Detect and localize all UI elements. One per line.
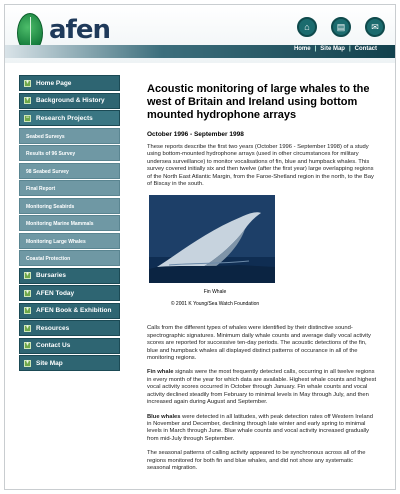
top-links: Home | Site Map | Contact xyxy=(290,46,381,52)
sidebar-item-resources[interactable]: + Resources xyxy=(19,320,120,336)
sidebar-item-label: Resources xyxy=(36,324,70,332)
site-logo-text[interactable]: afen xyxy=(49,15,111,45)
sidebar-subitem-final-report[interactable]: Final Report xyxy=(19,180,120,196)
page-frame: afen ATLANTIC FRONTIER ENVIRONMENTAL NET… xyxy=(4,4,396,490)
intro-paragraph: These reports describe the first two yea… xyxy=(147,144,374,188)
home-link[interactable]: Home xyxy=(290,46,315,52)
image-caption: Fin Whale xyxy=(203,289,227,296)
blue-whale-text: were detected in all latitudes, with pea… xyxy=(147,413,373,442)
sidebar-subitem-seabirds[interactable]: Monitoring Seabirds xyxy=(19,197,120,214)
site-header: afen ATLANTIC FRONTIER ENVIRONMENTAL NET… xyxy=(5,5,395,63)
sidebar-item-label: Contact Us xyxy=(36,342,71,349)
plus-icon: + xyxy=(24,97,31,104)
whale-illustration xyxy=(149,195,275,284)
sidebar-item-home-page[interactable]: + Home Page xyxy=(19,75,120,91)
sidebar-item-label: Site Map xyxy=(36,359,63,367)
sidebar-item-book-exhibition[interactable]: + AFEN Book & Exhibition xyxy=(19,302,120,319)
plus-icon: + xyxy=(24,324,31,332)
fin-whale-paragraph: Fin whale signals were the most frequent… xyxy=(147,369,377,406)
page-title: Acoustic monitoring of large whales to t… xyxy=(147,83,370,121)
sidebar-item-label: AFEN Today xyxy=(36,289,75,297)
sidebar-item-research-projects[interactable]: − Research Projects xyxy=(19,110,120,126)
minus-icon: − xyxy=(24,114,31,122)
fin-whale-text: signals were the most frequently detecte… xyxy=(147,369,377,406)
sidebar-item-label: AFEN Book & Exhibition xyxy=(36,307,112,314)
date-range: October 1996 - September 1998 xyxy=(147,131,244,138)
contact-link[interactable]: Contact xyxy=(351,46,381,52)
sitemap-link[interactable]: Site Map xyxy=(316,46,349,52)
image-credit: © 2001 K Young/Sea Watch Foundation xyxy=(170,301,260,308)
fin-whale-image xyxy=(149,195,275,284)
sidebar-subitem-large-whales[interactable]: Monitoring Large Whales xyxy=(19,232,120,249)
plus-icon: + xyxy=(24,272,31,279)
plus-icon: + xyxy=(24,289,31,297)
sitemap-icon[interactable]: ▤ xyxy=(331,17,351,37)
blue-whale-paragraph: Blue whales were detected in all latitud… xyxy=(147,414,377,444)
sidebar-item-contact-us[interactable]: + Contact Us xyxy=(19,337,120,354)
main-content: Acoustic monitoring of large whales to t… xyxy=(147,83,377,479)
home-icon[interactable]: ⌂ xyxy=(297,17,317,37)
seasonal-paragraph: The seasonal patterns of calling activit… xyxy=(147,450,366,471)
sidebar-subitem-coastal-protection[interactable]: Coastal Protection xyxy=(19,250,120,266)
sidebar-item-label: Home Page xyxy=(36,79,72,87)
contact-icon[interactable]: ✉ xyxy=(365,17,385,37)
sidebar-subitem-seabed-surveys[interactable]: Seabed Surveys xyxy=(19,127,120,144)
sidebar-subitem-results-96[interactable]: Results of 96 Survey xyxy=(19,145,120,161)
plus-icon: + xyxy=(24,359,31,367)
sidebar-item-background[interactable]: + Background & History xyxy=(19,92,120,109)
sidebar-item-label: Background & History xyxy=(36,97,105,104)
sidebar-subitem-marine-mammals[interactable]: Monitoring Marine Mammals xyxy=(19,215,120,231)
plus-icon: + xyxy=(24,79,31,87)
blue-whale-label: Blue whales xyxy=(147,413,181,420)
plus-icon: + xyxy=(24,307,31,314)
plus-icon: + xyxy=(24,342,31,349)
sidebar-item-label: Research Projects xyxy=(36,114,93,122)
sidebar-item-site-map[interactable]: + Site Map xyxy=(19,355,120,371)
calls-paragraph: Calls from the different types of whales… xyxy=(147,325,371,362)
fin-whale-label: Fin whale xyxy=(147,369,174,376)
sidebar-item-label: Bursaries xyxy=(36,272,66,279)
sidebar-item-bursaries[interactable]: + Bursaries xyxy=(19,267,120,284)
sidebar-subitem-98-survey[interactable]: 98 Seabed Survey xyxy=(19,162,120,179)
sidebar-item-afen-today[interactable]: + AFEN Today xyxy=(19,285,120,301)
sidebar-nav: + Home Page + Background & History − Resear… xyxy=(19,75,120,373)
